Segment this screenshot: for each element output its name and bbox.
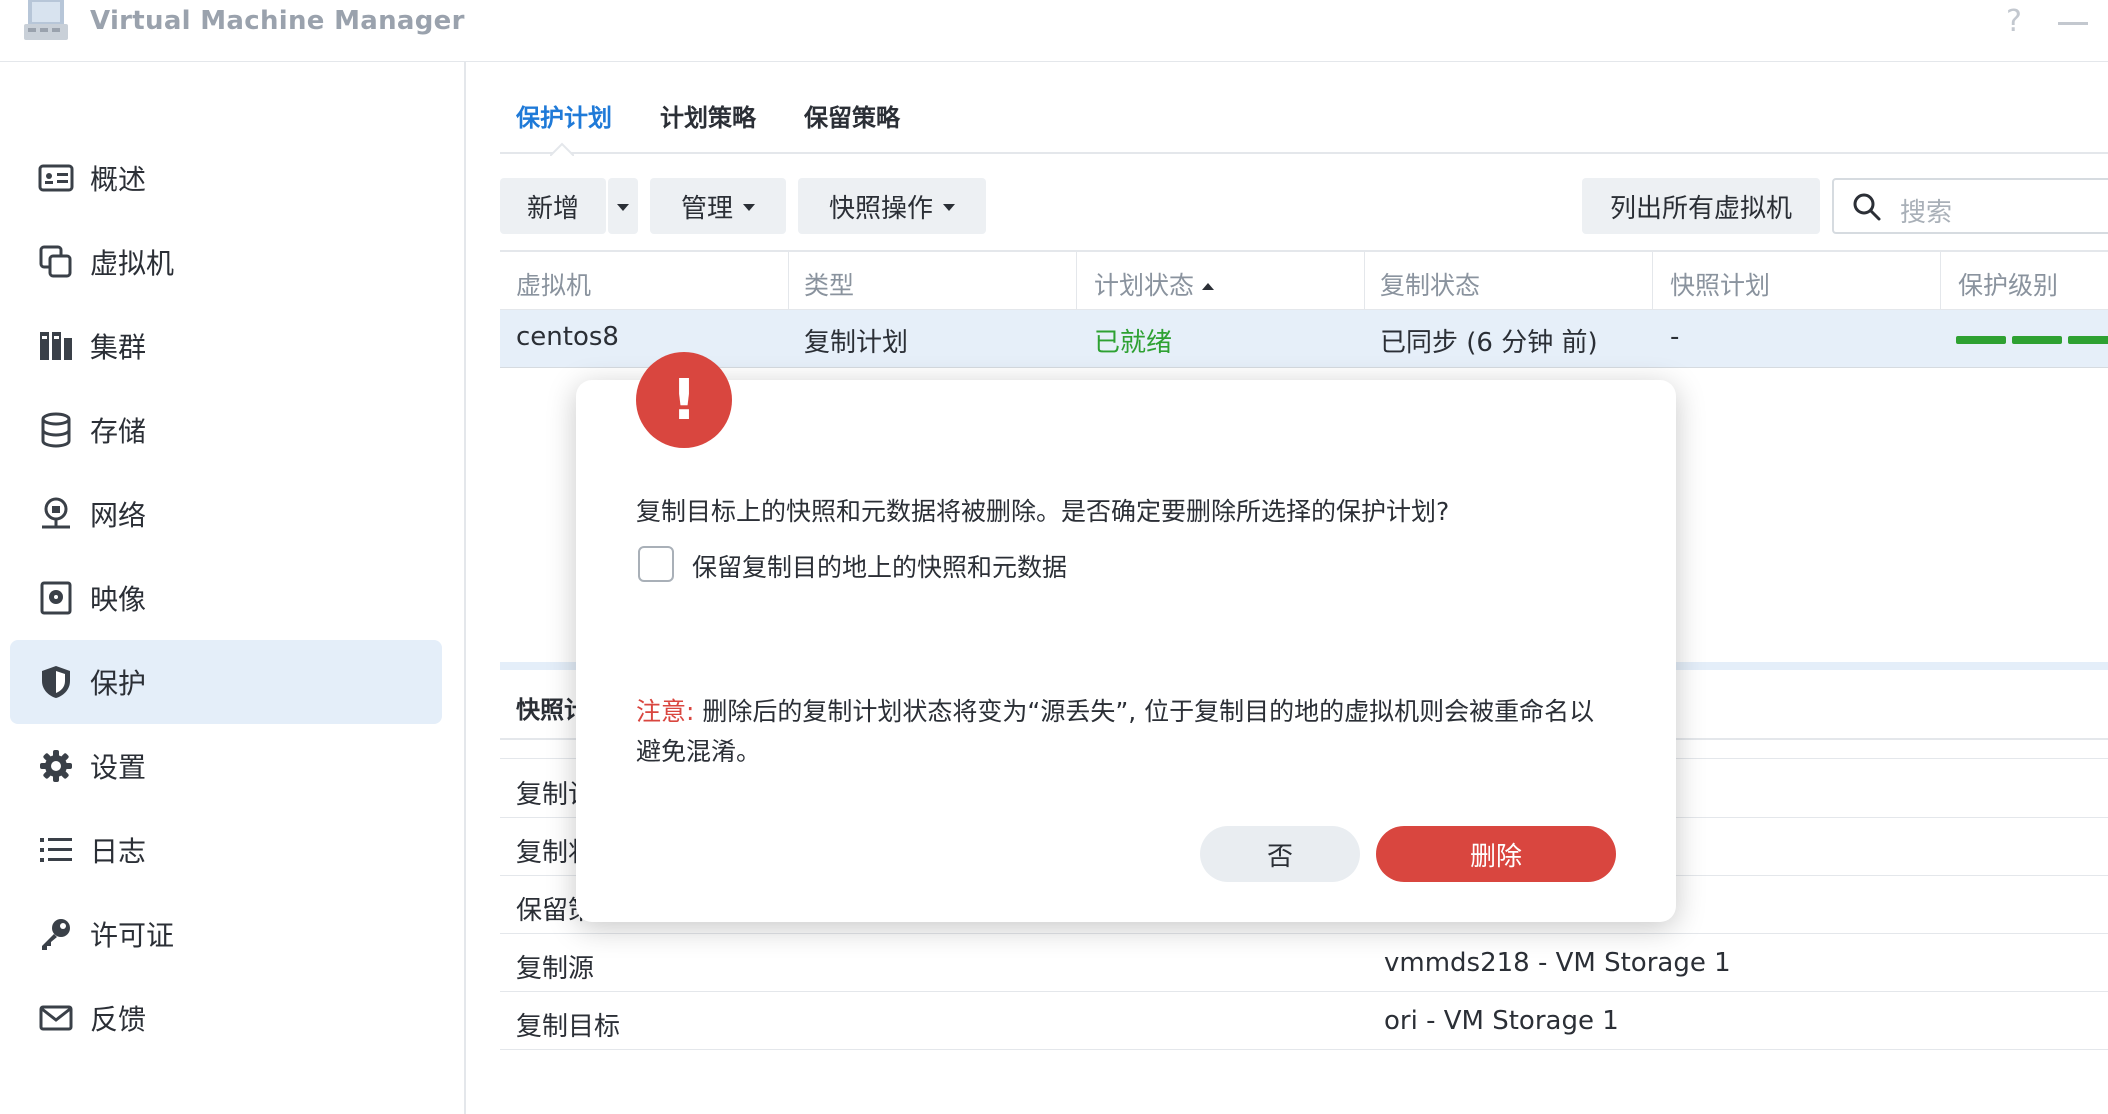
snapshot-ops-button[interactable]: 快照操作	[798, 178, 986, 234]
sidebar-item-cluster[interactable]: 集群	[10, 304, 442, 388]
sidebar-item-vm[interactable]: 虚拟机	[10, 220, 442, 304]
detail-label: 复制源	[516, 954, 595, 984]
chevron-down-icon	[943, 203, 955, 211]
sidebar-item-log[interactable]: 日志	[10, 808, 442, 892]
column-separator	[1940, 252, 1941, 310]
manage-button-label: 管理	[680, 193, 733, 224]
sidebar-item-license[interactable]: 许可证	[10, 892, 442, 976]
column-separator	[1652, 252, 1653, 310]
detail-row: 复制目标 ori - VM Storage 1	[500, 992, 2108, 1050]
app-title: Virtual Machine Manager	[90, 6, 465, 36]
cell-plan-status: 已就绪	[1094, 328, 1173, 358]
detail-label: 复制目标	[516, 1012, 621, 1042]
column-header-plan-status[interactable]: 计划状态	[1094, 266, 1215, 302]
sidebar-item-feedback[interactable]: 反馈	[10, 976, 442, 1060]
storage-icon	[41, 412, 71, 448]
add-button-label: 新增	[526, 193, 579, 224]
dialog-message: 复制目标上的快照和元数据将被删除。是否确定要删除所选择的保护计划?	[636, 497, 1450, 526]
sidebar-item-storage[interactable]: 存储	[10, 388, 442, 472]
sidebar-item-label: 虚拟机	[90, 247, 175, 280]
column-separator	[1364, 252, 1365, 310]
list-all-vms-button[interactable]: 列出所有虚拟机	[1582, 178, 1820, 234]
table-row[interactable]: centos8 复制计划 已就绪 已同步 (6 分钟 前) -	[500, 310, 2108, 368]
sidebar-item-settings[interactable]: 设置	[10, 724, 442, 808]
sidebar-item-overview[interactable]: 概述	[10, 136, 442, 220]
network-icon	[42, 497, 70, 529]
tab-retention-policy[interactable]: 保留策略	[804, 98, 900, 133]
add-button[interactable]: 新增	[500, 178, 606, 234]
vm-icon	[39, 245, 72, 278]
list-all-vms-label: 列出所有虚拟机	[1609, 193, 1792, 224]
protection-level-segment	[2068, 336, 2108, 344]
cluster-icon	[40, 332, 72, 360]
chevron-down-icon	[743, 203, 755, 211]
sidebar-item-protection[interactable]: 保护	[10, 640, 442, 724]
detail-value: vmmds218 - VM Storage 1	[1384, 948, 1731, 978]
note-prefix: 注意:	[636, 697, 695, 726]
search-icon	[1853, 193, 1881, 221]
manage-button[interactable]: 管理	[650, 178, 786, 234]
cell-vm: centos8	[516, 322, 619, 352]
tab-schedule-policy[interactable]: 计划策略	[660, 98, 756, 133]
protection-level-segment	[2012, 336, 2062, 344]
sidebar-item-network[interactable]: 网络	[10, 472, 442, 556]
column-header-vm[interactable]: 虚拟机	[516, 266, 591, 302]
no-button[interactable]: 否	[1200, 826, 1360, 882]
sidebar-item-image[interactable]: 映像	[10, 556, 442, 640]
cell-snapshot-plan: -	[1670, 322, 1680, 352]
sidebar-item-label: 存储	[90, 415, 147, 448]
delete-button[interactable]: 删除	[1376, 826, 1616, 882]
mail-icon	[39, 1005, 73, 1031]
sidebar-item-label: 日志	[90, 835, 147, 868]
note-body: 删除后的复制计划状态将变为“源丢失”, 位于复制目的地的虚拟机则会被重命名以避免…	[636, 697, 1595, 766]
cell-type: 复制计划	[804, 328, 909, 358]
sidebar: 概述 虚拟机 集群 存储 网络 映像 保护 设置 日志 许可证 反馈	[0, 62, 466, 1114]
detail-value: ori - VM Storage 1	[1384, 1006, 1619, 1036]
overview-icon	[38, 164, 74, 192]
protection-level-segment	[1956, 336, 2006, 344]
image-icon	[40, 581, 72, 615]
column-separator	[788, 252, 789, 310]
shield-icon	[42, 666, 70, 698]
sidebar-item-label: 保护	[90, 667, 147, 700]
minimize-icon[interactable]	[2058, 22, 2088, 25]
sidebar-item-label: 映像	[90, 583, 147, 616]
keep-snapshots-label[interactable]: 保留复制目的地上的快照和元数据	[692, 548, 1067, 584]
column-header-snapshot-plan[interactable]: 快照计划	[1670, 266, 1770, 302]
sidebar-item-label: 设置	[90, 751, 147, 784]
search-input[interactable]: 搜索	[1832, 178, 2108, 234]
gear-icon	[40, 750, 72, 782]
sidebar-item-label: 反馈	[90, 1003, 147, 1036]
tab-bar: 保护计划 计划策略 保留策略	[500, 62, 2108, 154]
column-separator	[1076, 252, 1077, 310]
cell-replication-status: 已同步 (6 分钟 前)	[1380, 328, 1598, 358]
title-bar: Virtual Machine Manager ?	[0, 0, 2108, 62]
detail-row: 复制源 vmmds218 - VM Storage 1	[500, 934, 2108, 992]
table-header: 虚拟机 类型 计划状态 复制状态 快照计划 保护级别	[500, 250, 2108, 310]
sort-ascending-icon	[1202, 283, 1215, 290]
tab-protection-plan[interactable]: 保护计划	[516, 98, 612, 133]
column-header-label: 计划状态	[1094, 271, 1195, 300]
sidebar-item-label: 概述	[90, 163, 147, 196]
add-dropdown-button[interactable]	[608, 178, 638, 234]
dialog-note: 注意: 删除后的复制计划状态将变为“源丢失”, 位于复制目的地的虚拟机则会被重命…	[636, 692, 1616, 772]
help-icon[interactable]: ?	[2006, 4, 2022, 39]
sidebar-item-label: 许可证	[90, 919, 175, 952]
sidebar-item-label: 网络	[90, 499, 147, 532]
search-placeholder: 搜索	[1900, 198, 1953, 228]
sidebar-item-label: 集群	[90, 331, 147, 364]
app-logo-icon	[24, 0, 68, 40]
active-tab-indicator	[550, 142, 574, 156]
alert-icon: !	[636, 352, 732, 448]
key-icon	[42, 919, 70, 950]
column-header-replication-status[interactable]: 复制状态	[1380, 266, 1480, 302]
snapshot-ops-label: 快照操作	[828, 193, 933, 224]
column-header-protection-level[interactable]: 保护级别	[1958, 266, 2058, 302]
keep-snapshots-checkbox[interactable]	[638, 546, 674, 582]
chevron-down-icon	[617, 203, 629, 211]
column-header-type[interactable]: 类型	[804, 266, 854, 302]
list-icon	[40, 838, 72, 862]
confirm-delete-dialog: 复制目标上的快照和元数据将被删除。是否确定要删除所选择的保护计划? 保留复制目的…	[576, 380, 1676, 922]
